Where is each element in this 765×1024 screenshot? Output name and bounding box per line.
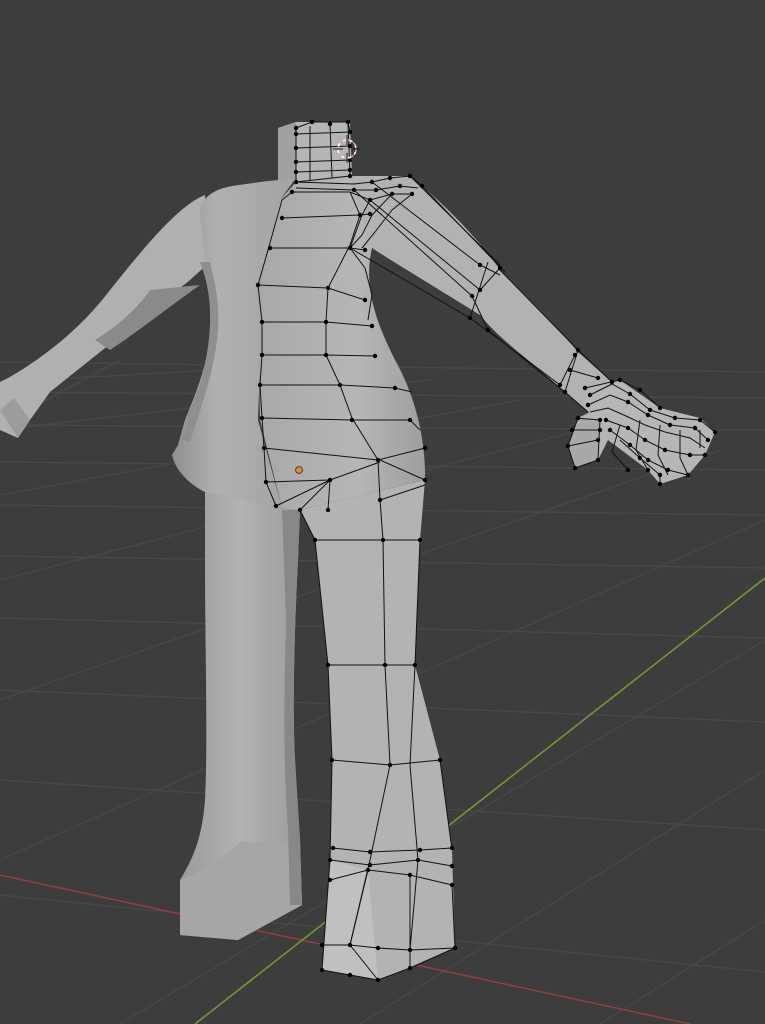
3d-viewport[interactable] — [0, 0, 765, 1024]
viewport-canvas[interactable] — [0, 0, 765, 1024]
left-arm[interactable] — [0, 195, 210, 438]
object-origin-icon — [295, 466, 303, 474]
body-mesh-solid[interactable] — [0, 122, 715, 980]
right-leg[interactable] — [300, 480, 455, 980]
